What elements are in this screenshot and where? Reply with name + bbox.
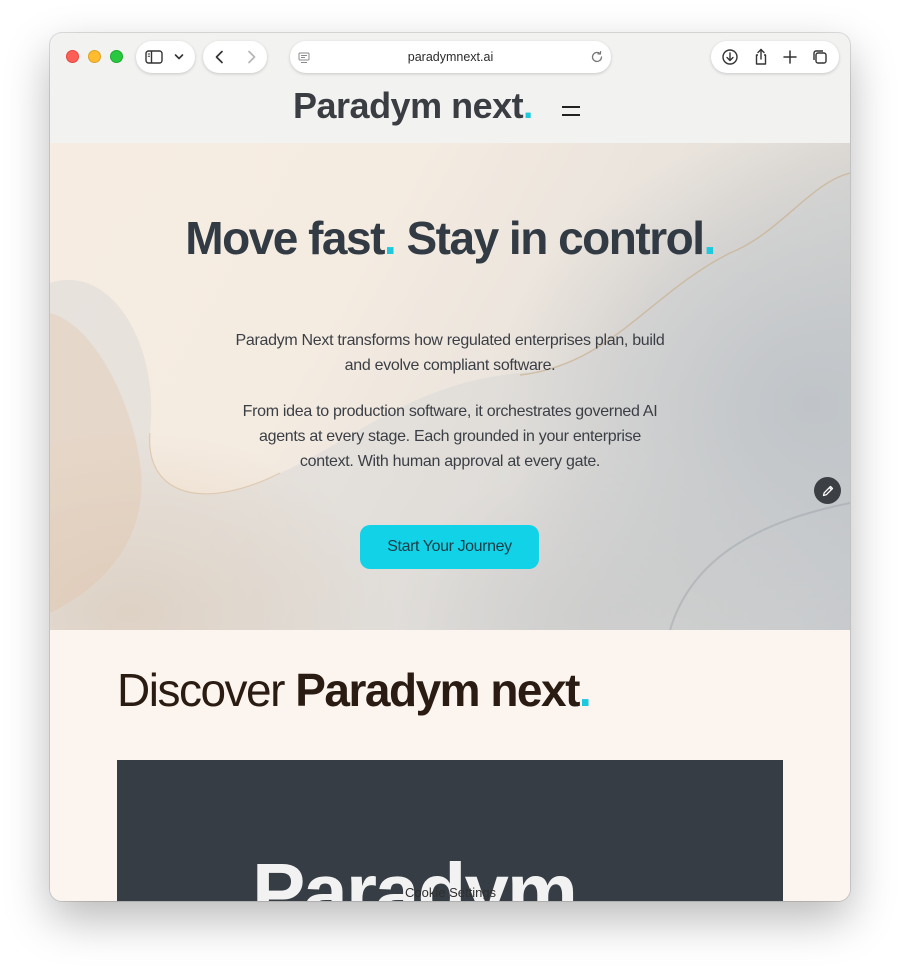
menu-icon[interactable] [562,104,580,118]
site-logo[interactable]: Paradym next. [293,88,533,124]
discover-title: Discover Paradym next. [117,664,592,716]
hero-title-part1: Move fast [185,212,385,264]
zoom-window-button[interactable] [110,50,123,63]
reload-icon[interactable] [590,50,604,69]
chevron-down-icon[interactable] [173,51,185,63]
window-controls [66,50,123,63]
browser-window: paradymnext.ai Paradym next. Move fast. … [50,33,850,901]
share-icon[interactable] [752,48,770,66]
navigation-group [203,41,267,73]
discover-title-light: Discover [117,664,296,716]
forward-icon[interactable] [243,49,259,65]
sidebar-toggle-group [136,41,195,73]
logo-text: Paradym next [293,85,524,126]
hero-section: Move fast. Stay in control. Paradym Next… [50,143,850,630]
hero-title: Move fast. Stay in control. [50,213,850,264]
logo-dot: . [523,85,533,126]
download-icon[interactable] [721,48,739,66]
browser-toolbar: paradymnext.ai [50,33,850,83]
discover-title-bold: Paradym next [295,664,580,716]
hero-title-dot2: . [703,212,716,264]
video-card[interactable]: Paradym [117,760,783,901]
hero-paragraph-1: Paradym Next transforms how regulated en… [235,332,665,374]
cookie-settings-link[interactable]: Cookie Settings [405,885,496,900]
address-bar[interactable]: paradymnext.ai [290,41,611,73]
sidebar-icon[interactable] [145,49,163,65]
browser-actions-group [711,41,839,73]
start-journey-button[interactable]: Start Your Journey [360,525,539,569]
hero-paragraph-2: From idea to production software, it orc… [242,403,658,470]
plus-icon[interactable] [782,49,798,65]
edit-pencil-icon[interactable] [814,477,841,504]
hero-title-part2: Stay in control [395,212,705,264]
tabs-icon[interactable] [811,48,829,66]
discover-title-dot: . [578,664,592,716]
close-window-button[interactable] [66,50,79,63]
back-icon[interactable] [212,49,228,65]
discover-section: Discover Paradym next. Paradym [50,630,850,901]
url-text[interactable]: paradymnext.ai [290,41,611,73]
minimize-window-button[interactable] [88,50,101,63]
hero-title-dot1: . [383,212,397,264]
